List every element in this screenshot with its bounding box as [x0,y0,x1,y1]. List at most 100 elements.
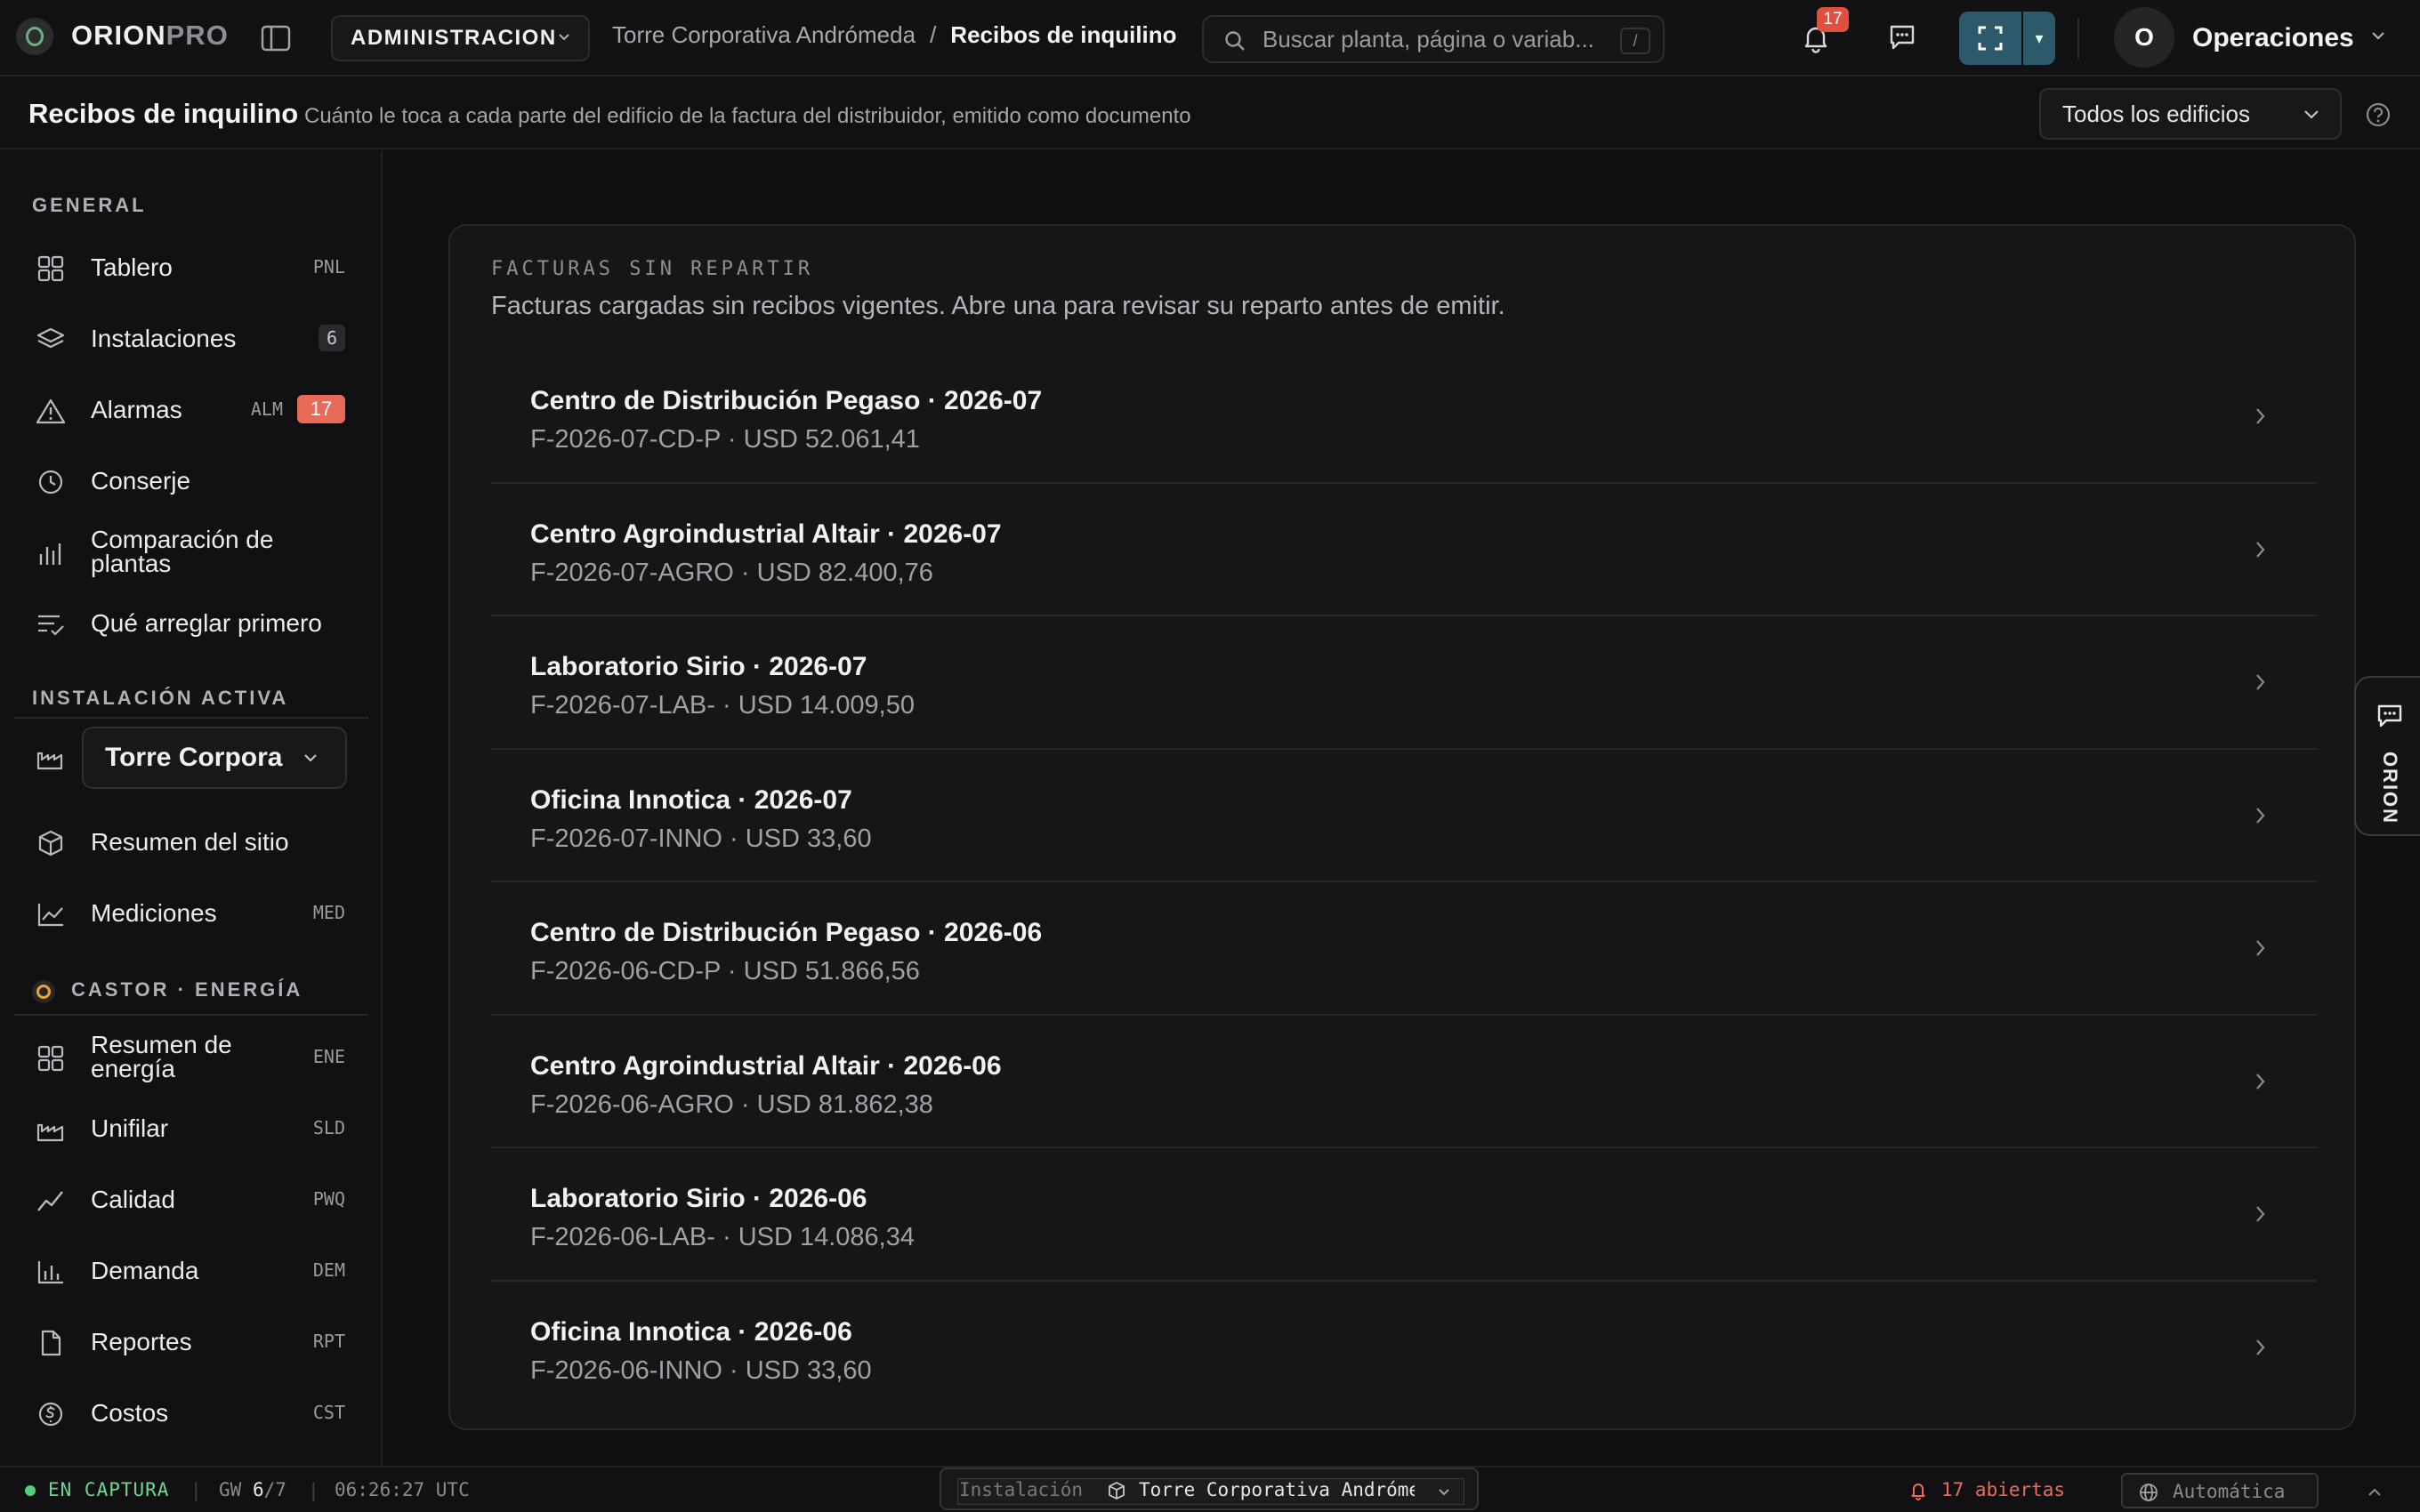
open-alerts-link[interactable]: 17 abiertas [1941,1479,2065,1500]
sidebar-item-label: Resumen de energía [91,1031,232,1082]
sidebar-item-conserje[interactable]: Conserje [14,449,368,511]
chevron-right-icon [2255,1203,2267,1225]
card-description: Facturas cargadas sin recibos vigentes. … [491,292,1505,320]
invoice-row[interactable]: Oficina Innotica · 2026-07 F-2026-07-INN… [491,750,2317,882]
priority-list-icon [36,611,66,638]
invoice-meta: F-2026-06-INNO · USD 33,60 [530,1355,872,1385]
sidebar: GENERAL Tablero PNL Instalaciones 6 Alar… [0,151,383,1466]
invoice-title: Laboratorio Sirio · 2026-06 [530,1184,867,1213]
shortcut-code: DEM [312,1259,345,1281]
chevron-up-icon[interactable] [2367,1487,2383,1498]
search-icon [1223,29,1246,52]
sidebar-item-label: Comparación de plantas [91,526,274,577]
clock-readout: 06:26:27 UTC [335,1479,470,1500]
capture-status: EN CAPTURA [48,1479,170,1500]
search-input[interactable]: Buscar planta, página o variab... / [1202,15,1665,63]
installation-label: Instalación [959,1479,1084,1500]
divider [14,1014,368,1016]
sidebar-item-tablero[interactable]: Tablero PNL [14,236,368,298]
factory-icon [36,1116,66,1143]
help-icon[interactable] [2365,101,2392,128]
active-installation-value: Torre Corporativa Andrómeda [105,743,283,772]
sidebar-item-label: Tablero [91,253,173,281]
status-bar: EN CAPTURA | GW 6/7 | 06:26:27 UTC Insta… [0,1466,2420,1512]
sidebar-item-instalaciones[interactable]: Instalaciones 6 [14,307,368,369]
context-switcher[interactable]: ADMINISTRACION [331,15,590,61]
bell-icon [1909,1481,1927,1500]
chevron-down-icon [2303,109,2320,120]
active-installation-select[interactable]: Torre Corporativa Andrómeda [82,727,347,789]
invoice-title: Centro Agroindustrial Altair · 2026-06 [530,1050,1002,1081]
app-logo[interactable]: ORIONPRO [71,20,229,52]
avatar[interactable]: O [2114,7,2174,68]
orion-assistant-tab[interactable]: ORION [2354,676,2420,836]
unallocated-invoices-card: FACTURAS SIN REPARTIR Facturas cargadas … [448,224,2356,1430]
sidebar-item-label: Calidad [91,1185,175,1213]
divider [14,717,368,719]
breadcrumb-parent[interactable]: Torre Corporativa Andrómeda [612,21,916,49]
warning-icon [36,398,66,424]
sidebar-section-general: GENERAL [32,194,147,216]
sidebar-item-label: Resumen del sitio [91,827,289,856]
invoice-meta: F-2026-07-INNO · USD 33,60 [530,824,872,853]
invoice-row[interactable]: Centro Agroindustrial Altair · 2026-06 F… [491,1016,2317,1148]
invoice-title: Oficina Innotica · 2026-07 [530,784,852,815]
invoice-meta: F-2026-07-LAB- · USD 14.009,50 [530,691,915,720]
building-filter-select[interactable]: Todos los edificios [2039,88,2342,140]
sidebar-item-unifilar[interactable]: Unifilar SLD [14,1097,368,1159]
invoice-title: Centro de Distribución Pegaso · 2026-07 [530,386,1043,415]
invoice-meta: F-2026-07-CD-P · USD 52.061,41 [530,425,920,454]
sidebar-toggle-icon[interactable] [260,24,292,52]
grid-icon [36,1045,66,1072]
shortcut-code: ENE [312,1046,345,1067]
invoice-title: Laboratorio Sirio · 2026-07 [530,652,867,681]
chevron-down-icon [1438,1488,1450,1496]
orion-tab-label: ORION [2379,751,2401,825]
invoice-row[interactable]: Centro de Distribución Pegaso · 2026-07 … [491,350,2317,484]
shortcut-code: SLD [312,1117,345,1138]
user-menu[interactable]: Operaciones [2192,23,2354,53]
sidebar-item-comparacion[interactable]: Comparación de plantas [14,520,368,583]
shortcut-code: RPT [312,1331,345,1352]
chevron-right-icon [2255,805,2267,826]
sidebar-item-label: Alarmas [91,395,182,423]
invoice-title: Centro de Distribución Pegaso · 2026-06 [530,918,1043,947]
sidebar-item-resumen-energia[interactable]: Resumen de energía ENE [14,1025,368,1088]
chevron-right-icon [2255,937,2267,959]
fullscreen-button[interactable] [1959,12,2021,65]
grid-icon [36,255,66,282]
sidebar-item-costos[interactable]: Costos CST [14,1381,368,1444]
invoice-row[interactable]: Centro Agroindustrial Altair · 2026-07 F… [491,484,2317,616]
gateway-online: 6 [252,1479,264,1500]
breadcrumb-separator: / [930,21,937,48]
installation-switcher[interactable]: Instalación Torre Corporativa Andrómeda [940,1468,1479,1510]
fullscreen-dropdown-button[interactable]: ▾ [2023,12,2055,65]
sidebar-item-mediciones[interactable]: Mediciones MED [14,881,368,944]
sidebar-item-demanda[interactable]: Demanda DEM [14,1239,368,1301]
mode-selector[interactable]: Automática [2121,1473,2319,1508]
breadcrumb-current: Recibos de inquilino [950,21,1177,48]
sidebar-item-que-arreglar[interactable]: Qué arreglar primero [14,591,368,654]
invoice-row[interactable]: Oficina Innotica · 2026-06 F-2026-06-INN… [491,1282,2317,1415]
count-badge: 6 [319,325,345,351]
globe-icon [2139,1483,2158,1502]
bar-chart-icon [36,540,66,567]
sidebar-item-resumen-sitio[interactable]: Resumen del sitio [14,810,368,873]
invoice-row[interactable]: Centro de Distribución Pegaso · 2026-06 … [491,882,2317,1016]
page-subtitle: Cuánto le toca a cada parte del edificio… [304,104,1191,128]
sidebar-section-active: INSTALACIÓN ACTIVA [32,687,289,709]
sidebar-item-reportes[interactable]: Reportes RPT [14,1310,368,1372]
cube-icon [36,830,66,857]
orion-logo-icon[interactable] [16,18,53,55]
sidebar-item-calidad[interactable]: Calidad PWQ [14,1168,368,1230]
sidebar-item-label: Reportes [91,1327,192,1355]
invoice-row[interactable]: Laboratorio Sirio · 2026-07 F-2026-07-LA… [491,616,2317,750]
chat-icon[interactable] [1886,21,1918,53]
chevron-down-icon[interactable] [2370,30,2386,41]
top-bar: ORIONPRO ADMINISTRACION Torre Corporativ… [0,0,2420,76]
search-shortcut-key: / [1620,28,1650,54]
sidebar-item-label: Unifilar [91,1114,169,1142]
gateway-status: GW 6/7 [219,1479,286,1500]
invoice-row[interactable]: Laboratorio Sirio · 2026-06 F-2026-06-LA… [491,1148,2317,1282]
sidebar-item-alarmas[interactable]: Alarmas ALM 17 [14,378,368,440]
